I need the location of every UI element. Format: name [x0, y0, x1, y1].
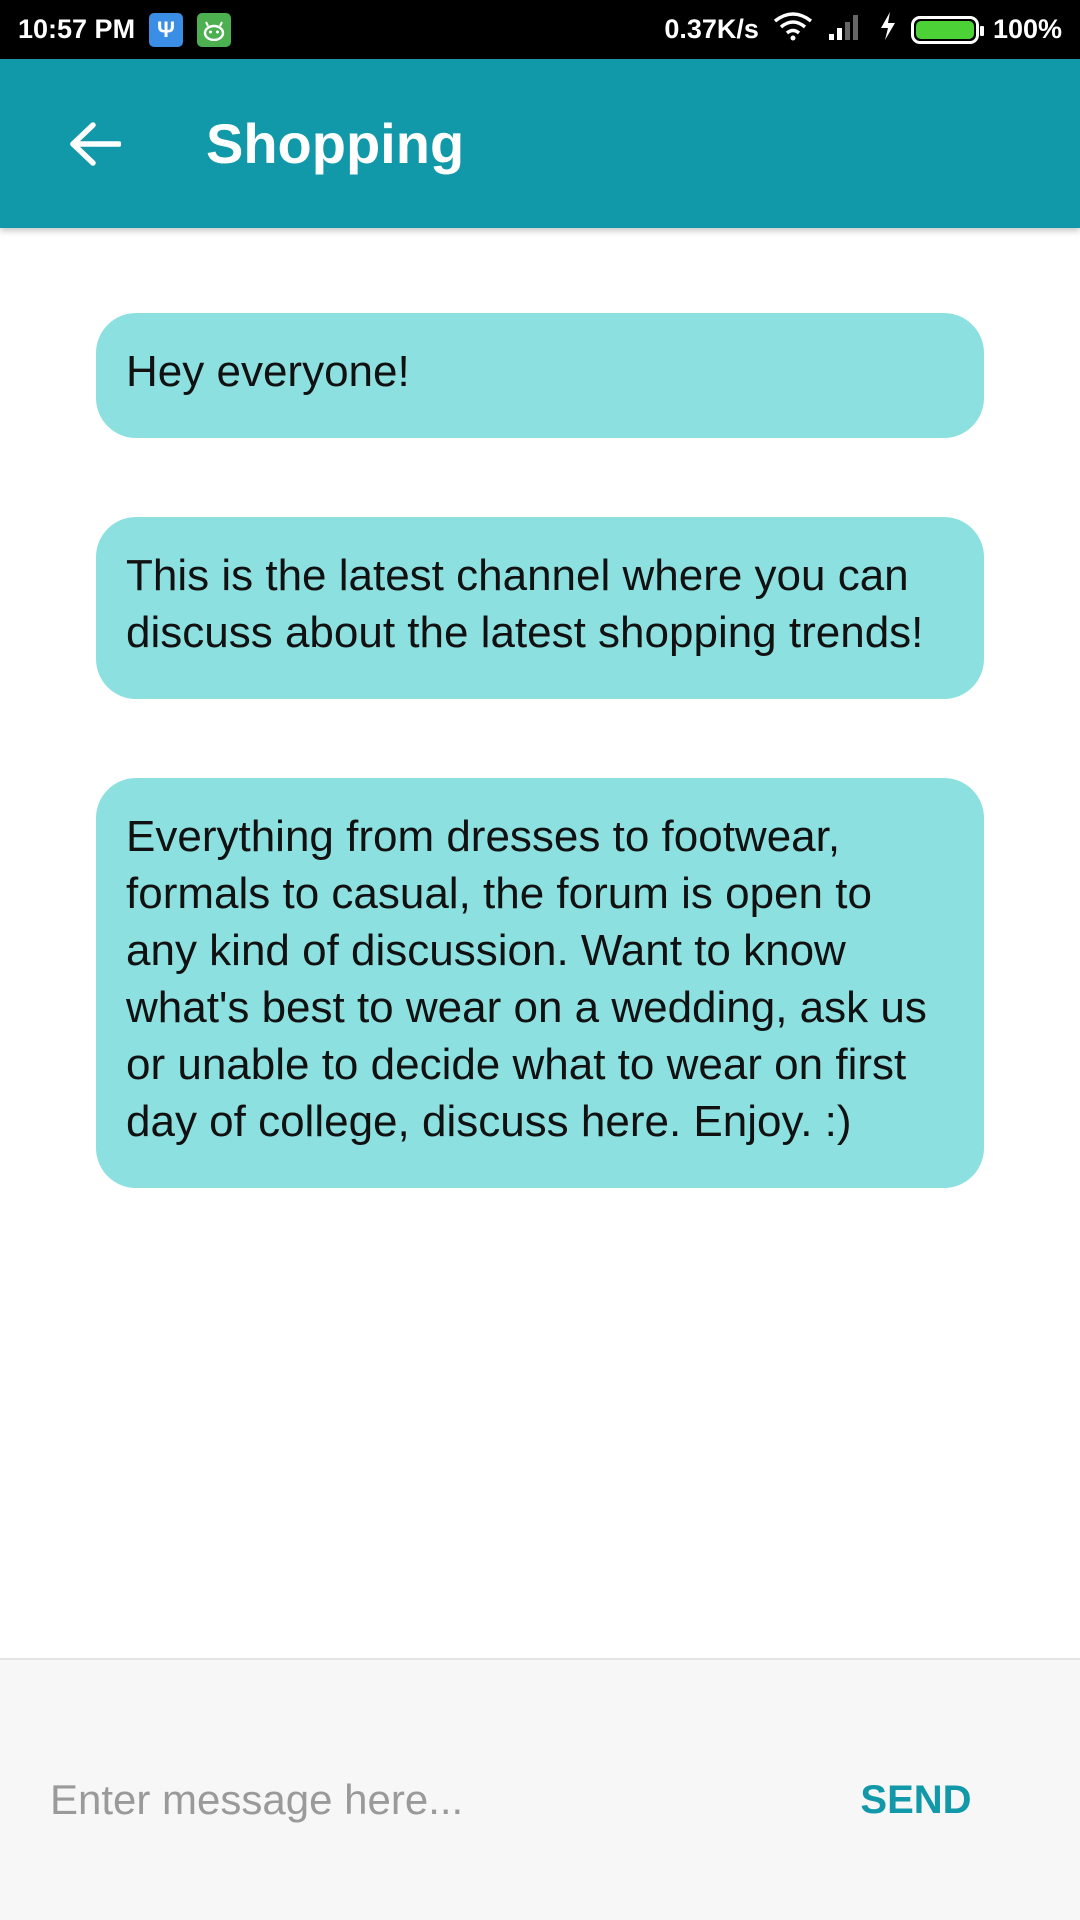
arrow-left-icon: [70, 121, 121, 166]
battery-level: [915, 20, 974, 39]
message-list[interactable]: Hey everyone! This is the latest channel…: [0, 228, 1080, 1658]
charging-icon: [879, 11, 897, 48]
app-bar: Shopping: [0, 59, 1080, 228]
network-speed: 0.37K/s: [664, 14, 759, 44]
message-composer: SEND: [0, 1658, 1080, 1920]
page-title: Shopping: [206, 112, 465, 175]
message-bubble: Hey everyone!: [96, 313, 984, 438]
signal-icon: [827, 12, 865, 47]
status-left: 10:57 PM Ψ: [18, 12, 232, 47]
message-bubble: Everything from dresses to footwear, for…: [96, 778, 984, 1188]
send-button[interactable]: SEND: [846, 1760, 986, 1840]
android-icon: [197, 12, 232, 47]
wifi-icon: [773, 11, 813, 48]
back-button[interactable]: [40, 89, 150, 199]
status-right: 0.37K/s 100%: [664, 11, 1062, 48]
battery-percent: 100%: [992, 14, 1062, 44]
message-bubble: This is the latest channel where you can…: [96, 517, 984, 699]
status-bar: 10:57 PM Ψ 0.37K/s 100%: [0, 0, 1080, 59]
battery-icon: [910, 15, 984, 44]
chat-screen: 10:57 PM Ψ 0.37K/s 100% Shopping Hey eve…: [0, 0, 1080, 1920]
usb-icon: Ψ: [149, 12, 184, 47]
message-input[interactable]: [50, 1760, 810, 1840]
status-time: 10:57 PM: [18, 14, 136, 44]
